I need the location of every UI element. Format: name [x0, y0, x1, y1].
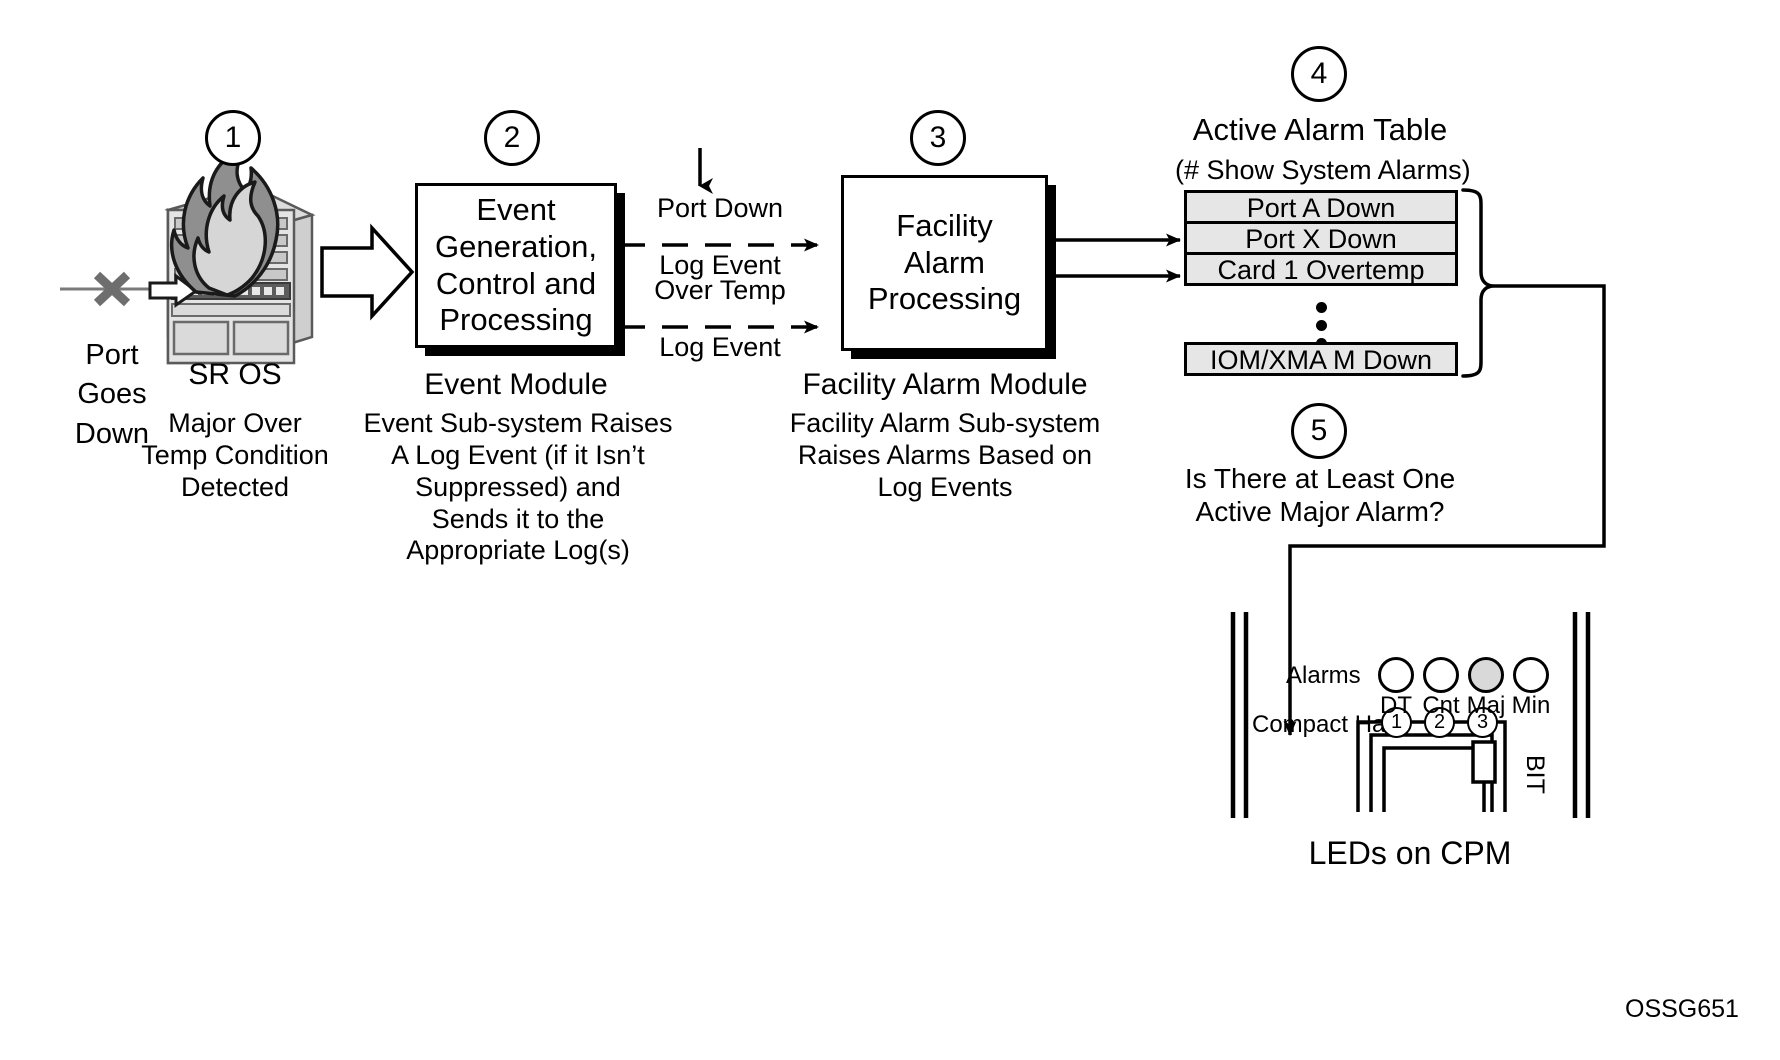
facility-to-table-connectors: [1048, 233, 1181, 283]
figure-id: OSSG651: [1625, 995, 1739, 1023]
event-caption-line4: Sends it to the: [431, 503, 605, 534]
facility-module-caption: Facility Alarm Sub-system Raises Alarms …: [780, 408, 1110, 504]
event-caption-line3: Suppressed) and: [415, 471, 621, 502]
facility-box-line3: Processing: [867, 281, 1022, 317]
facility-caption-line2: Raises Alarms Based on: [797, 439, 1093, 470]
stage1-caption-line3: Detected: [180, 471, 290, 502]
stage1-caption-line2: Temp Condition: [141, 439, 329, 470]
event-module-caption: Event Sub-system Raises A Log Event (if …: [358, 408, 678, 567]
led-min[interactable]: [1513, 657, 1549, 693]
led-cnt[interactable]: [1423, 657, 1459, 693]
table-row[interactable]: Port X Down: [1184, 221, 1458, 255]
table-row[interactable]: Card 1 Overtemp: [1184, 252, 1458, 286]
facility-caption-line3: Log Events: [877, 471, 1013, 502]
step-badge-1-label: 1: [224, 121, 242, 154]
active-alarm-table-title: Active Alarm Table: [1192, 112, 1448, 147]
bit-label: BIT: [1521, 755, 1549, 794]
stage1-caption: Major Over Temp Condition Detected: [120, 408, 350, 504]
ellipsis-dot: [1316, 320, 1327, 331]
stage5-question: Is There at Least One Active Major Alarm…: [1165, 462, 1475, 528]
event-box-line1: Event: [476, 192, 556, 228]
step-badge-5: 5: [1291, 403, 1347, 459]
facility-alarm-box-text: Facility Alarm Processing: [860, 208, 1029, 318]
stage5-question-line1: Is There at Least One: [1184, 463, 1456, 494]
leds-on-cpm-caption: LEDs on CPM: [1308, 835, 1512, 871]
facility-box-line1: Facility: [896, 208, 993, 244]
facility-module-caption-title: Facility Alarm Module: [802, 368, 1088, 401]
event-caption-line1: Event Sub-system Raises: [363, 408, 673, 438]
step-badge-2-label: 2: [503, 121, 521, 154]
stage5-question-line2: Active Major Alarm?: [1195, 496, 1445, 528]
event-caption-line5: Appropriate Log(s): [406, 535, 630, 566]
ellipsis-dot: [1316, 302, 1327, 313]
step-badge-1: 1: [205, 110, 261, 166]
step-badge-4: 4: [1291, 46, 1347, 102]
flame-icon: [169, 148, 280, 298]
facility-alarm-processing-box[interactable]: Facility Alarm Processing: [841, 175, 1048, 351]
step-badge-3: 3: [910, 110, 966, 166]
led-maj[interactable]: [1468, 657, 1504, 693]
stage1-to-stage2-arrow: [320, 223, 415, 321]
event-processing-box-text: Event Generation, Control and Processing: [427, 192, 605, 338]
event-box-line2: Generation,: [435, 228, 597, 264]
event-box-line4: Processing: [439, 302, 593, 338]
table-row[interactable]: Port A Down: [1184, 190, 1458, 224]
active-alarm-table[interactable]: Port A Down Port X Down Card 1 Overtemp: [1184, 190, 1458, 286]
step-badge-5-label: 5: [1310, 414, 1328, 447]
active-alarm-table-subtitle: (# Show System Alarms): [1175, 155, 1471, 185]
step-badge-2: 2: [484, 110, 540, 166]
alarm-table-brace: [1461, 188, 1495, 378]
event-module-caption-title: Event Module: [424, 368, 608, 401]
facility-caption-line1: Facility Alarm Sub-system: [789, 408, 1101, 438]
event-box-line3: Control and: [435, 265, 597, 301]
stage1-caption-line1: Major Over: [168, 408, 302, 438]
port-goes-down-line1: Port: [85, 339, 139, 371]
facility-box-line2: Alarm: [904, 244, 985, 280]
event-caption-line2: A Log Event (if it Isn’t: [391, 439, 645, 470]
table-row-last[interactable]: IOM/XMA M Down: [1184, 342, 1458, 376]
over-temp-label: Over Temp: [654, 275, 786, 305]
alarms-label: Alarms: [1286, 662, 1361, 689]
led-label-min: Min: [1511, 692, 1551, 719]
step-badge-3-label: 3: [929, 121, 947, 154]
over-temp-log-event-label: Log Event: [659, 332, 781, 362]
port-down-label: Port Down: [656, 193, 784, 223]
led-dt[interactable]: [1378, 657, 1414, 693]
step-badge-4-label: 4: [1310, 57, 1328, 90]
sr-os-label: SR OS: [188, 358, 282, 391]
connector-layer: [60, 148, 1606, 818]
diagram-canvas: 1 X Port Goes Down SR OS Major Over Temp…: [0, 0, 1780, 1060]
event-processing-box[interactable]: Event Generation, Control and Processing: [415, 183, 617, 348]
